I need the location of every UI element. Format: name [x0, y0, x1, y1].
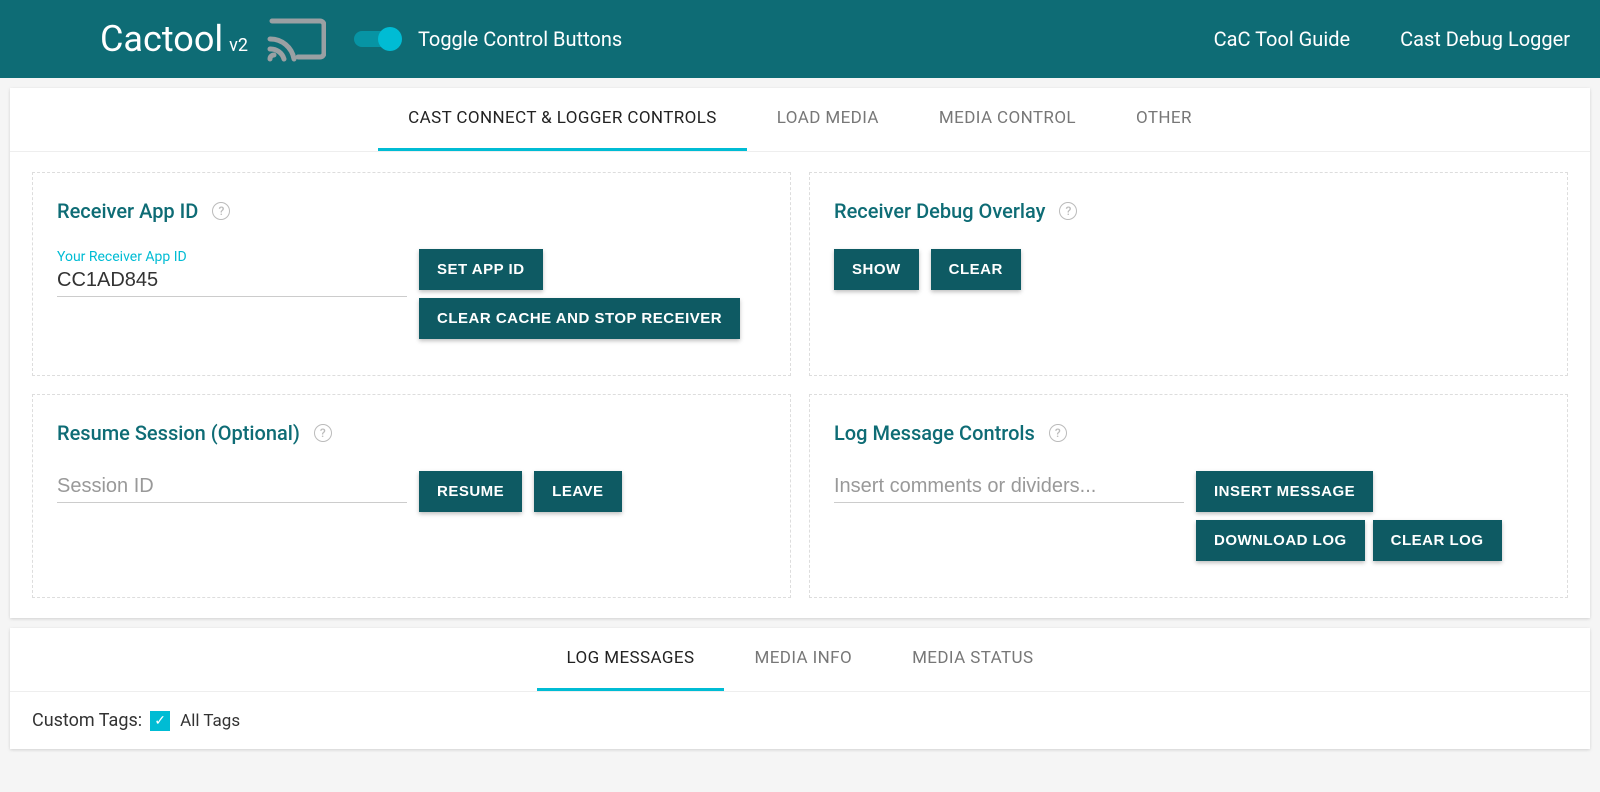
session-id-input[interactable]: [57, 471, 407, 503]
tab-media-status[interactable]: MEDIA STATUS: [882, 628, 1063, 691]
show-button[interactable]: SHOW: [834, 249, 919, 290]
header-link-debug-logger[interactable]: Cast Debug Logger: [1400, 27, 1570, 51]
log-message-input[interactable]: [834, 471, 1184, 503]
panel-debug-overlay: Receiver Debug Overlay ? SHOW CLEAR: [809, 172, 1568, 376]
clear-log-button[interactable]: CLEAR LOG: [1373, 520, 1502, 561]
tab-other[interactable]: OTHER: [1106, 88, 1222, 151]
toggle-label: Toggle Control Buttons: [418, 27, 622, 51]
panel-title-text: Receiver App ID: [57, 199, 198, 223]
log-tabbar: LOG MESSAGES MEDIA INFO MEDIA STATUS: [10, 628, 1590, 692]
help-icon[interactable]: ?: [314, 424, 332, 442]
main-card: CAST CONNECT & LOGGER CONTROLS LOAD MEDI…: [10, 88, 1590, 618]
cast-icon[interactable]: [266, 15, 326, 63]
tab-media-control[interactable]: MEDIA CONTROL: [909, 88, 1106, 151]
panel-title-log-controls: Log Message Controls ?: [834, 421, 1543, 445]
receiver-app-id-label: Your Receiver App ID: [57, 249, 407, 265]
main-tabbar: CAST CONNECT & LOGGER CONTROLS LOAD MEDI…: [10, 88, 1590, 152]
app-version: v2: [229, 35, 248, 56]
log-body: Custom Tags: ✓ All Tags: [10, 692, 1590, 749]
insert-message-button[interactable]: INSERT MESSAGE: [1196, 471, 1373, 512]
panel-title-receiver-app-id: Receiver App ID ?: [57, 199, 766, 223]
panel-title-resume-session: Resume Session (Optional) ?: [57, 421, 766, 445]
toggle-knob: [378, 27, 402, 51]
tab-cast-connect[interactable]: CAST CONNECT & LOGGER CONTROLS: [378, 88, 747, 151]
all-tags-label: All Tags: [180, 711, 240, 731]
panel-resume-session: Resume Session (Optional) ? RESUME LEAVE: [32, 394, 791, 598]
clear-cache-stop-receiver-button[interactable]: CLEAR CACHE AND STOP RECEIVER: [419, 298, 740, 339]
resume-button[interactable]: RESUME: [419, 471, 522, 512]
app-title: Cactool: [100, 18, 223, 60]
download-log-button[interactable]: DOWNLOAD LOG: [1196, 520, 1365, 561]
tab-media-info[interactable]: MEDIA INFO: [724, 628, 882, 691]
panel-log-message-controls: Log Message Controls ? INSERT MESSAGE DO…: [809, 394, 1568, 598]
app-header: Cactool v2 Toggle Control Buttons CaC To…: [0, 0, 1600, 78]
header-link-guide[interactable]: CaC Tool Guide: [1214, 27, 1350, 51]
panel-title-text: Receiver Debug Overlay: [834, 199, 1045, 223]
panel-title-text: Log Message Controls: [834, 421, 1035, 445]
help-icon[interactable]: ?: [212, 202, 230, 220]
log-card: LOG MESSAGES MEDIA INFO MEDIA STATUS Cus…: [10, 628, 1590, 749]
panel-title-debug-overlay: Receiver Debug Overlay ?: [834, 199, 1543, 223]
panel-receiver-app-id: Receiver App ID ? Your Receiver App ID S…: [32, 172, 791, 376]
help-icon[interactable]: ?: [1059, 202, 1077, 220]
clear-button[interactable]: CLEAR: [931, 249, 1021, 290]
panel-grid: Receiver App ID ? Your Receiver App ID S…: [10, 152, 1590, 618]
leave-button[interactable]: LEAVE: [534, 471, 621, 512]
custom-tags-label: Custom Tags:: [32, 710, 142, 731]
panel-title-text: Resume Session (Optional): [57, 421, 300, 445]
receiver-app-id-input[interactable]: [57, 265, 407, 297]
help-icon[interactable]: ?: [1049, 424, 1067, 442]
tab-load-media[interactable]: LOAD MEDIA: [747, 88, 909, 151]
tab-log-messages[interactable]: LOG MESSAGES: [537, 628, 725, 691]
all-tags-checkbox[interactable]: ✓: [150, 711, 170, 731]
set-app-id-button[interactable]: SET APP ID: [419, 249, 543, 290]
toggle-control-buttons[interactable]: [354, 31, 398, 47]
